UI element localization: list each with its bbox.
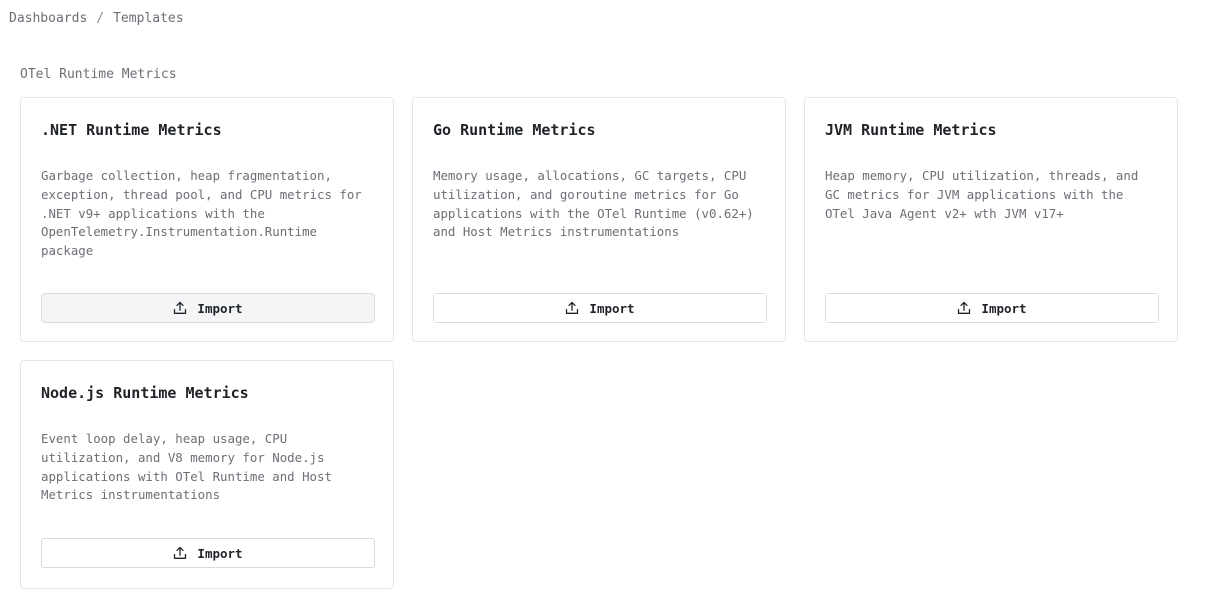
upload-icon: [957, 301, 971, 315]
template-card-nodejs: Node.js Runtime Metrics Event loop delay…: [20, 360, 394, 589]
card-title: JVM Runtime Metrics: [825, 121, 997, 139]
template-card-dotnet: .NET Runtime Metrics Garbage collection,…: [20, 97, 394, 342]
card-title: .NET Runtime Metrics: [41, 121, 222, 139]
card-description: Heap memory, CPU utilization, threads, a…: [825, 168, 1139, 221]
card-title: Node.js Runtime Metrics: [41, 384, 249, 402]
import-button-label: Import: [589, 300, 635, 316]
upload-icon: [173, 546, 187, 560]
section-title: OTel Runtime Metrics: [20, 67, 177, 82]
import-button-label: Import: [197, 545, 243, 561]
breadcrumb-dashboards[interactable]: Dashboards: [9, 11, 87, 26]
import-button[interactable]: Import: [825, 293, 1159, 323]
upload-icon: [565, 301, 579, 315]
import-button[interactable]: Import: [41, 293, 375, 323]
card-description: Garbage collection, heap fragmentation, …: [41, 168, 362, 259]
import-button[interactable]: Import: [433, 293, 767, 323]
import-button[interactable]: Import: [41, 538, 375, 568]
template-card-jvm: JVM Runtime Metrics Heap memory, CPU uti…: [804, 97, 1178, 342]
import-button-label: Import: [981, 300, 1027, 316]
card-description: Memory usage, allocations, GC targets, C…: [433, 168, 754, 240]
template-card-go: Go Runtime Metrics Memory usage, allocat…: [412, 97, 786, 342]
breadcrumb-templates: Templates: [113, 11, 184, 26]
import-button-label: Import: [197, 300, 243, 316]
breadcrumb: Dashboards / Templates: [9, 11, 184, 26]
card-description: Event loop delay, heap usage, CPU utiliz…: [41, 431, 332, 503]
card-title: Go Runtime Metrics: [433, 121, 596, 139]
breadcrumb-separator: /: [96, 11, 105, 26]
upload-icon: [173, 301, 187, 315]
